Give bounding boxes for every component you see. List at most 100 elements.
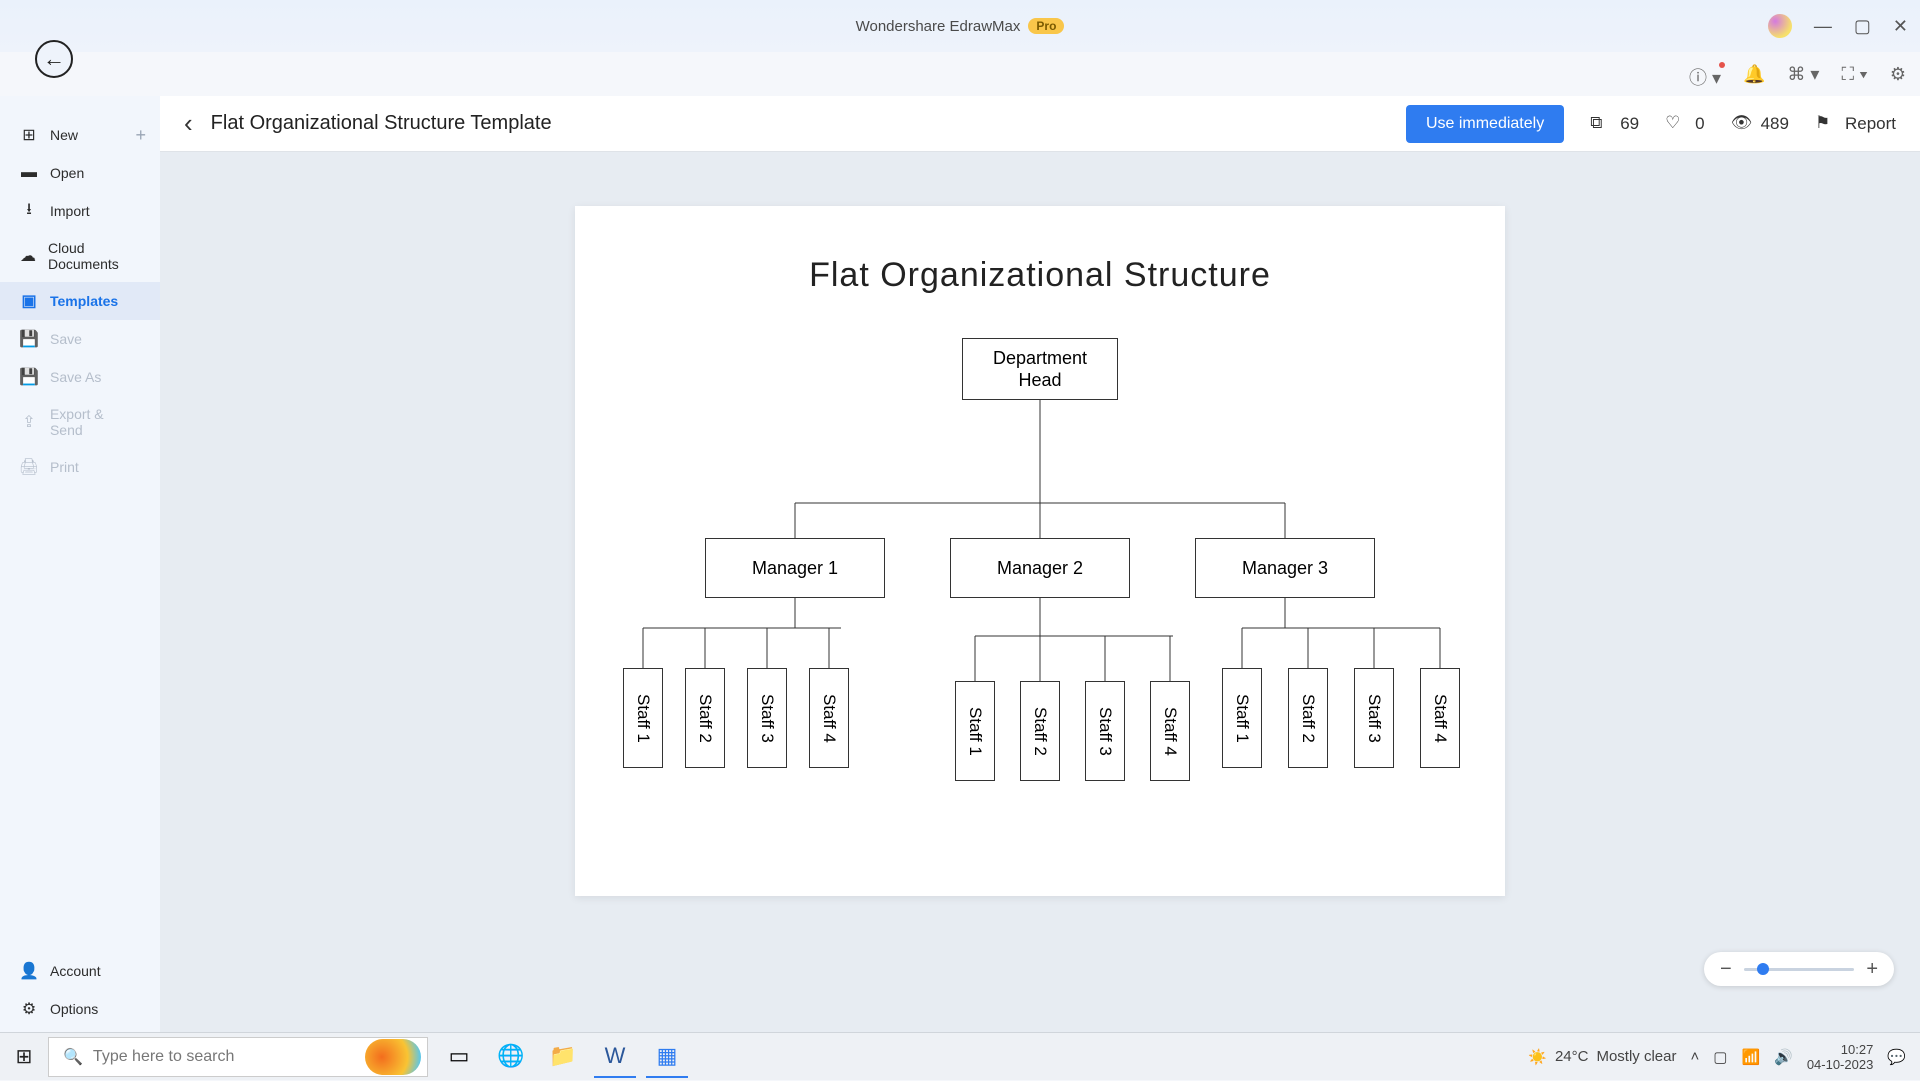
- sidebar-label: Open: [50, 165, 84, 181]
- wifi-icon[interactable]: 📶: [1741, 1048, 1760, 1066]
- node-label: Manager 1: [752, 558, 838, 579]
- sidebar-label: New: [50, 127, 78, 143]
- sidebar-item-cloud[interactable]: ☁ Cloud Documents: [0, 230, 160, 282]
- weather-temp: 24°C: [1555, 1048, 1589, 1065]
- node-staff[interactable]: Staff 4: [1420, 668, 1460, 768]
- gear-icon[interactable]: ⚙: [1890, 64, 1906, 90]
- weather-desc: Mostly clear: [1596, 1048, 1676, 1065]
- onedrive-icon[interactable]: ▢: [1713, 1048, 1727, 1066]
- notifications-icon[interactable]: 💬: [1887, 1048, 1906, 1066]
- node-manager-1[interactable]: Manager 1: [705, 538, 885, 598]
- pro-badge: Pro: [1028, 18, 1064, 34]
- folder-icon: ▬: [20, 164, 38, 182]
- node-department-head[interactable]: Department Head: [962, 338, 1118, 400]
- sidebar-label: Cloud Documents: [48, 240, 140, 272]
- header-actions: Use immediately ⧉ 69 ♡ 0 👁 489 ⚑ Report: [1406, 105, 1896, 143]
- tray-chevron-icon[interactable]: ˄: [1690, 1048, 1699, 1065]
- node-staff[interactable]: Staff 4: [809, 668, 849, 768]
- chevron-left-icon[interactable]: ‹: [184, 108, 193, 139]
- node-label: Staff 2: [695, 694, 715, 743]
- sidebar-label: Templates: [50, 293, 118, 309]
- gift-icon[interactable]: ⛶ ▾: [1841, 64, 1867, 90]
- node-staff[interactable]: Staff 3: [1085, 681, 1125, 781]
- content-header: ‹ Flat Organizational Structure Template…: [160, 96, 1920, 152]
- sidebar-label: Export & Send: [50, 406, 140, 438]
- node-manager-3[interactable]: Manager 3: [1195, 538, 1375, 598]
- node-staff[interactable]: Staff 1: [1222, 668, 1262, 768]
- weather-widget[interactable]: ☀️ 24°C Mostly clear: [1528, 1048, 1676, 1066]
- node-staff[interactable]: Staff 2: [685, 668, 725, 768]
- avatar[interactable]: [1768, 14, 1792, 38]
- node-staff[interactable]: Staff 2: [1020, 681, 1060, 781]
- zoom-slider[interactable]: [1744, 968, 1855, 971]
- zoom-control[interactable]: − +: [1704, 952, 1894, 986]
- sidebar-item-import[interactable]: ⭳ Import: [0, 192, 160, 230]
- copy-icon: ⧉: [1590, 113, 1612, 135]
- sidebar-item-save[interactable]: 💾 Save: [0, 320, 160, 358]
- likes-stat[interactable]: ♡ 0: [1665, 113, 1704, 135]
- edge-icon[interactable]: 🌐: [490, 1036, 532, 1078]
- close-button[interactable]: ✕: [1893, 16, 1908, 37]
- node-staff[interactable]: Staff 1: [623, 668, 663, 768]
- taskbar: ⊞ 🔍 Type here to search ▭ 🌐 📁 W ▦ ☀️ 24°…: [0, 1032, 1920, 1080]
- use-immediately-button[interactable]: Use immediately: [1406, 105, 1564, 143]
- node-label: Staff 4: [819, 694, 839, 743]
- saveas-icon: 💾: [20, 368, 38, 386]
- zoom-in-button[interactable]: +: [1866, 958, 1878, 981]
- help-icon[interactable]: ⓘ ▾: [1689, 64, 1721, 90]
- sidebar-item-account[interactable]: 👤 Account: [0, 952, 160, 990]
- copies-stat[interactable]: ⧉ 69: [1590, 113, 1639, 135]
- node-label: Staff 4: [1430, 694, 1450, 743]
- sidebar-item-print[interactable]: 🖨 Print: [0, 448, 160, 486]
- heart-icon: ♡: [1665, 113, 1687, 135]
- plus-icon[interactable]: +: [135, 125, 146, 146]
- node-label: Staff 2: [1030, 707, 1050, 756]
- search-placeholder: Type here to search: [93, 1048, 234, 1066]
- report-button[interactable]: ⚑ Report: [1815, 113, 1896, 135]
- node-staff[interactable]: Staff 3: [1354, 668, 1394, 768]
- maximize-button[interactable]: ▢: [1854, 16, 1871, 37]
- titlebar: Wondershare EdrawMax Pro — ▢ ✕: [0, 0, 1920, 52]
- cloud-icon: ☁: [20, 247, 36, 265]
- node-staff[interactable]: Staff 2: [1288, 668, 1328, 768]
- sidebar-item-templates[interactable]: ▣ Templates: [0, 282, 160, 320]
- back-button[interactable]: ←: [35, 40, 73, 78]
- clock[interactable]: 10:27 04-10-2023: [1807, 1042, 1874, 1072]
- start-button[interactable]: ⊞: [0, 1033, 48, 1081]
- options-icon: ⚙: [20, 1000, 38, 1018]
- node-label: Staff 3: [1364, 694, 1384, 743]
- taskview-icon[interactable]: ▭: [438, 1036, 480, 1078]
- taskbar-search[interactable]: 🔍 Type here to search: [48, 1037, 428, 1077]
- app-title: Wondershare EdrawMax Pro: [856, 18, 1065, 35]
- sidebar-item-saveas[interactable]: 💾 Save As: [0, 358, 160, 396]
- zoom-thumb[interactable]: [1757, 963, 1769, 975]
- explorer-icon[interactable]: 📁: [542, 1036, 584, 1078]
- canvas[interactable]: Flat Organizational Structure: [575, 206, 1505, 896]
- minimize-button[interactable]: —: [1814, 16, 1832, 37]
- plus-square-icon: ⊞: [20, 126, 38, 144]
- sidebar-label: Import: [50, 203, 90, 219]
- node-manager-2[interactable]: Manager 2: [950, 538, 1130, 598]
- node-staff[interactable]: Staff 4: [1150, 681, 1190, 781]
- node-staff[interactable]: Staff 1: [955, 681, 995, 781]
- node-label: Staff 3: [1095, 707, 1115, 756]
- sidebar-item-open[interactable]: ▬ Open: [0, 154, 160, 192]
- node-label: Staff 1: [965, 707, 985, 756]
- word-icon[interactable]: W: [594, 1036, 636, 1078]
- node-label: Staff 1: [1232, 694, 1252, 743]
- diagram-title: Flat Organizational Structure: [575, 256, 1505, 295]
- apps-icon[interactable]: ⌘ ▾: [1787, 64, 1819, 90]
- zoom-out-button[interactable]: −: [1720, 958, 1732, 981]
- bell-icon[interactable]: 🔔: [1743, 64, 1765, 90]
- sidebar-label: Options: [50, 1001, 98, 1017]
- sidebar-item-new[interactable]: ⊞ New +: [0, 116, 160, 154]
- sidebar-item-options[interactable]: ⚙ Options: [0, 990, 160, 1028]
- edrawmax-icon[interactable]: ▦: [646, 1036, 688, 1078]
- node-staff[interactable]: Staff 3: [747, 668, 787, 768]
- volume-icon[interactable]: 🔊: [1774, 1048, 1793, 1066]
- sidebar-item-export[interactable]: ⇪ Export & Send: [0, 396, 160, 448]
- views-stat[interactable]: 👁 489: [1731, 113, 1789, 135]
- save-icon: 💾: [20, 330, 38, 348]
- content-area: ‹ Flat Organizational Structure Template…: [160, 96, 1920, 1042]
- templates-icon: ▣: [20, 292, 38, 310]
